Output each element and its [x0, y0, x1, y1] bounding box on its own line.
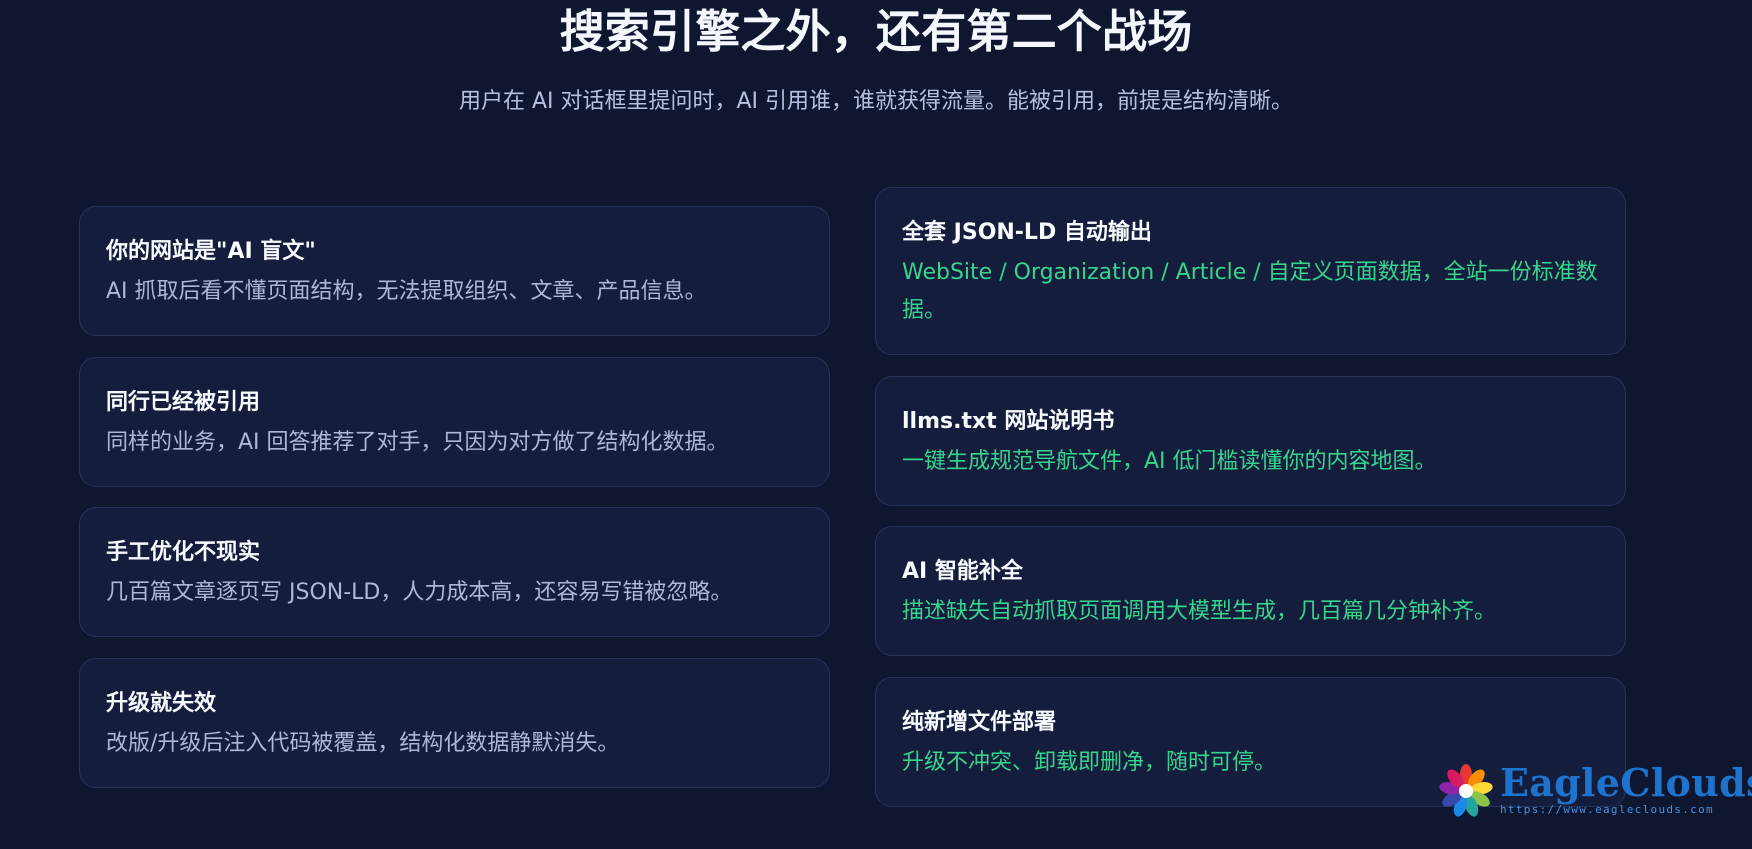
- problem-title: 升级就失效: [106, 691, 217, 716]
- problem-title: 同行已经被引用: [106, 390, 261, 415]
- solution-description: 描述缺失自动抓取页面调用大模型生成，几百篇几分钟补齐。: [902, 599, 1497, 624]
- problem-title: 你的网站是"AI 盲文": [106, 239, 316, 264]
- solution-card-json-ld: 全套 JSON-LD 自动输出 WebSite / Organization /…: [875, 187, 1626, 355]
- page: { "header": { "title": "搜索引擎之外，还有第二个战场",…: [0, 0, 1752, 849]
- solution-card-ai-completion: AI 智能补全 描述缺失自动抓取页面调用大模型生成，几百篇几分钟补齐。: [875, 526, 1626, 656]
- solution-card-llms-txt: llms.txt 网站说明书 一键生成规范导航文件，AI 低门槛读懂你的内容地图…: [875, 376, 1626, 506]
- page-subtitle: 用户在 AI 对话框里提问时，AI 引用谁，谁就获得流量。能被引用，前提是结构清…: [458, 89, 1294, 114]
- problem-description: AI 抓取后看不懂页面结构，无法提取组织、文章、产品信息。: [106, 279, 707, 304]
- solution-description: 一键生成规范导航文件，AI 低门槛读懂你的内容地图。: [902, 449, 1437, 474]
- brand-logo: EagleClouds https://www.eagleclouds.com: [1438, 761, 1752, 823]
- solution-title: llms.txt 网站说明书: [902, 409, 1115, 434]
- problem-description: 几百篇文章逐页写 JSON-LD，人力成本高，还容易写错被忽略。: [106, 580, 733, 605]
- problem-card-competitors-cited: 同行已经被引用 同样的业务，AI 回答推荐了对手，只因为对方做了结构化数据。: [79, 357, 830, 487]
- brand-url: https://www.eagleclouds.com: [1500, 803, 1714, 816]
- solution-title: 纯新增文件部署: [902, 710, 1057, 735]
- page-title: 搜索引擎之外，还有第二个战场: [559, 5, 1193, 58]
- solution-title: AI 智能补全: [902, 559, 1023, 584]
- problem-description: 同样的业务，AI 回答推荐了对手，只因为对方做了结构化数据。: [106, 430, 729, 455]
- problem-card-upgrade-breaks: 升级就失效 改版/升级后注入代码被覆盖，结构化数据静默消失。: [79, 658, 830, 788]
- brand-name: EagleClouds: [1500, 760, 1752, 805]
- problem-card-ai-blind: 你的网站是"AI 盲文" AI 抓取后看不懂页面结构，无法提取组织、文章、产品信…: [79, 206, 830, 336]
- solution-title: 全套 JSON-LD 自动输出: [902, 220, 1152, 245]
- problem-title: 手工优化不现实: [106, 540, 261, 565]
- problem-card-manual-optimization: 手工优化不现实 几百篇文章逐页写 JSON-LD，人力成本高，还容易写错被忽略。: [79, 507, 830, 637]
- solution-description: WebSite / Organization / Article / 自定义页面…: [902, 260, 1598, 323]
- eagleclouds-flower-logo-icon: [1439, 764, 1493, 817]
- problem-description: 改版/升级后注入代码被覆盖，结构化数据静默消失。: [106, 731, 620, 756]
